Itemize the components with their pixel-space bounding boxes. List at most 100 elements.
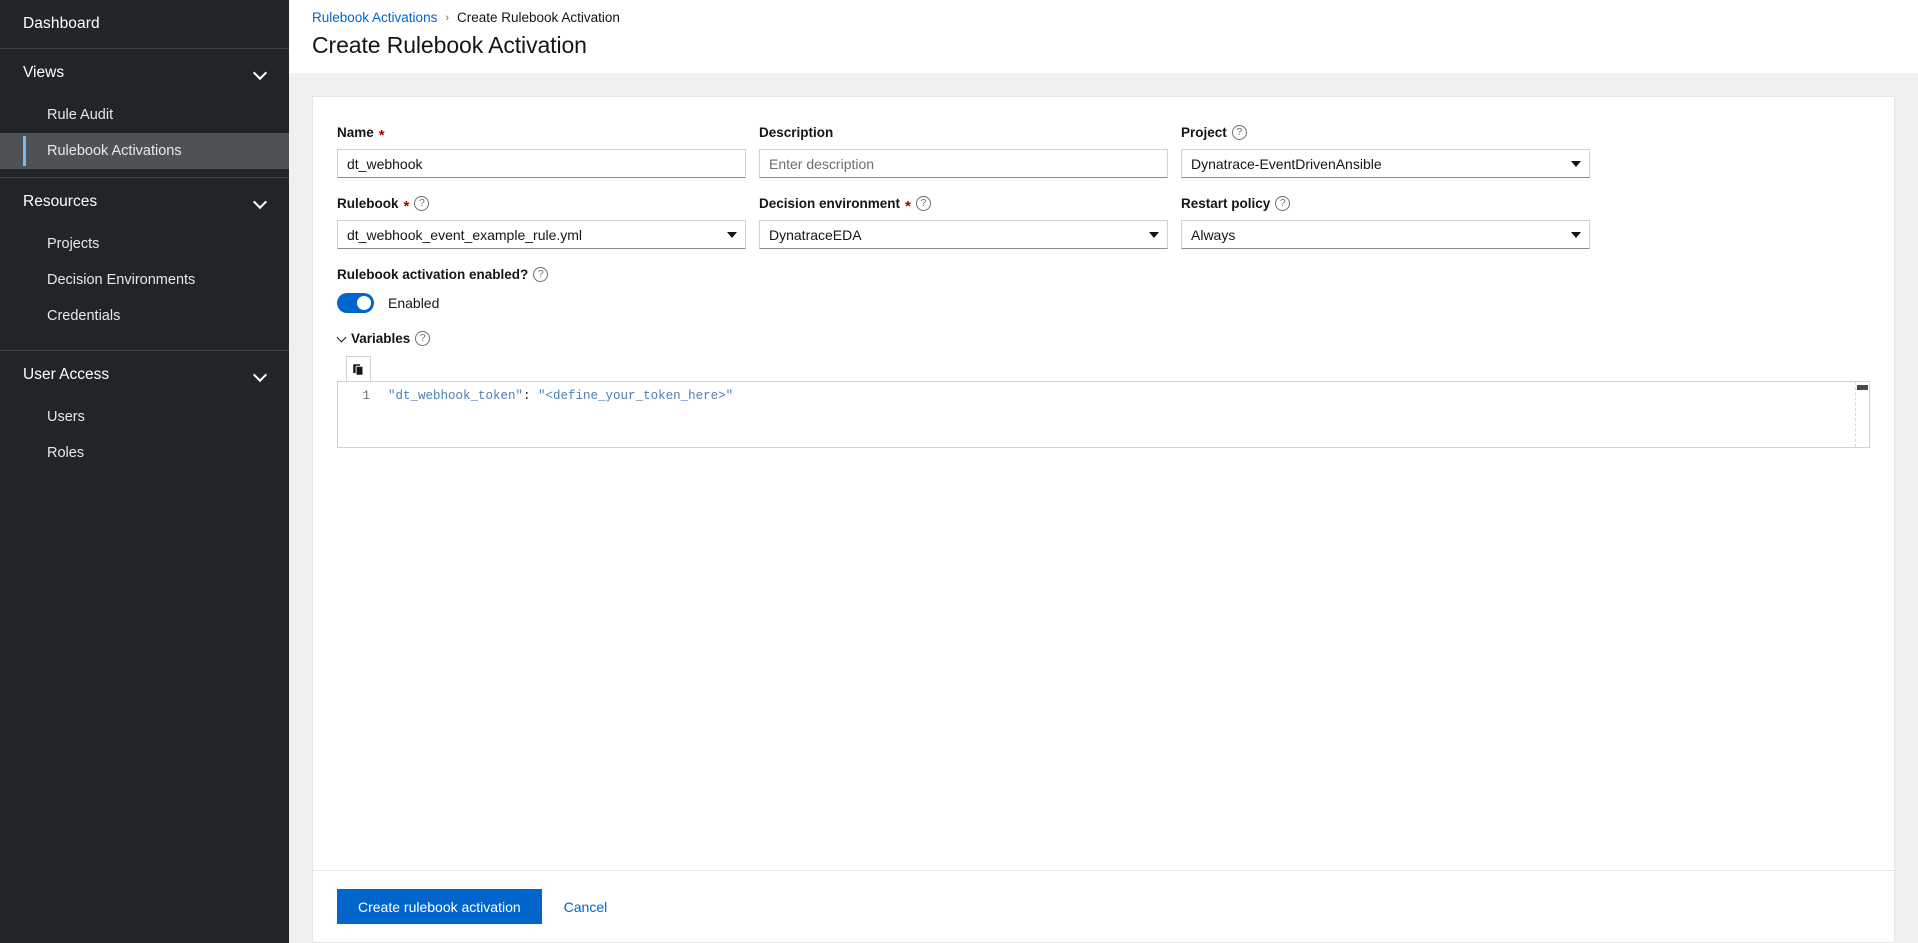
breadcrumb-separator-icon: › [445,11,449,24]
page-header: Rulebook Activations › Create Rulebook A… [289,0,1918,73]
project-select-wrap: Dynatrace-EventDrivenAnsible [1181,149,1590,178]
field-activation-enabled: Rulebook activation enabled? ? Enabled [337,265,1870,331]
sidebar-item-label: Rule Audit [47,107,114,123]
sidebar-item-credentials[interactable]: Credentials [0,298,289,334]
breadcrumb-current: Create Rulebook Activation [457,10,620,25]
activation-enabled-toggle[interactable] [337,293,374,313]
rulebook-select-value: dt_webhook_event_example_rule.yml [347,226,583,243]
chevron-down-icon [254,195,268,209]
sidebar-item-label: Users [47,409,85,425]
decision-environment-select[interactable]: DynatraceEDA [759,220,1168,249]
field-decision-environment: Decision environment * ? DynatraceEDA [759,194,1168,249]
field-name-label-group: Name * [337,123,746,144]
field-name-label: Name [337,125,374,140]
breadcrumb-link-rulebook-activations[interactable]: Rulebook Activations [312,10,437,25]
sidebar-item-users[interactable]: Users [0,399,289,435]
field-description-label-group: Description [759,123,1168,142]
sidebar-dashboard-label: Dashboard [23,15,100,32]
sidebar-item-label: Credentials [47,308,121,324]
field-project-label-group: Project ? [1181,123,1590,142]
editor-line-numbers: 1 [338,382,377,447]
help-icon[interactable]: ? [415,331,431,346]
variables-header: Variables ? [337,331,1870,346]
breadcrumb: Rulebook Activations › Create Rulebook A… [312,10,1918,25]
sidebar-item-rule-audit[interactable]: Rule Audit [0,97,289,133]
help-icon[interactable]: ? [1275,196,1291,211]
field-rulebook-label-group: Rulebook * ? [337,194,746,215]
field-restart-policy-label: Restart policy [1181,196,1271,211]
code-token-value: "<define_your_token_here>" [538,389,734,403]
editor-vertical-scrollbar[interactable] [1855,382,1869,447]
project-select-value: Dynatrace-EventDrivenAnsible [1191,155,1382,172]
required-marker: * [905,197,911,215]
create-rulebook-activation-button[interactable]: Create rulebook activation [337,889,542,924]
chevron-down-icon [254,66,268,80]
sidebar-item-roles[interactable]: Roles [0,435,289,471]
field-restart-policy-label-group: Restart policy ? [1181,194,1590,213]
copy-icon [353,363,364,376]
copy-to-clipboard-button[interactable] [346,356,371,381]
editor-code-content[interactable]: "dt_webhook_token": "<define_your_token_… [377,382,1869,447]
content-area: Name * Description [289,73,1918,943]
form-row-1: Name * Description [337,123,1870,178]
help-icon[interactable]: ? [414,196,430,211]
help-icon[interactable]: ? [1231,125,1247,140]
field-description-label: Description [759,125,834,140]
chevron-down-icon [254,368,268,382]
decision-environment-select-wrap: DynatraceEDA [759,220,1168,249]
field-rulebook-label: Rulebook [337,196,399,211]
field-project: Project ? Dynatrace-EventDrivenAnsible [1181,123,1590,178]
scrollbar-thumb[interactable] [1857,385,1868,390]
decision-environment-select-value: DynatraceEDA [769,226,862,243]
form-body: Name * Description [313,97,1894,870]
name-input[interactable] [337,149,746,178]
sidebar-group-user-access[interactable]: User Access [0,351,289,399]
form-footer: Create rulebook activation Cancel [313,870,1894,942]
help-icon[interactable]: ? [915,196,931,211]
field-activation-enabled-label: Rulebook activation enabled? [337,267,529,282]
variables-code-editor[interactable]: 1 "dt_webhook_token": "<define_your_toke… [337,381,1870,448]
chevron-down-icon [337,333,348,344]
code-token-key: "dt_webhook_token" [388,389,524,403]
sidebar-group-resources-label: Resources [23,193,98,210]
sidebar-item-label: Roles [47,445,85,461]
variables-label: Variables [351,331,411,346]
line-number: 1 [362,389,370,403]
field-rulebook: Rulebook * ? dt_webhook_event_example_ru… [337,194,746,249]
application-root: Dashboard Views Rule Audit Rulebook Acti… [0,0,1918,943]
activation-enabled-toggle-row: Enabled [337,293,1870,313]
toggle-knob [357,296,371,310]
field-restart-policy: Restart policy ? Always [1181,194,1590,249]
restart-policy-select-value: Always [1191,226,1236,243]
field-project-label: Project [1181,125,1227,140]
main-content: Rulebook Activations › Create Rulebook A… [289,0,1918,943]
required-marker: * [378,126,385,144]
required-marker: * [403,197,410,215]
activation-enabled-state-label: Enabled [388,295,440,311]
field-decision-environment-label-group: Decision environment * ? [759,194,1168,215]
field-decision-environment-label: Decision environment [759,196,901,211]
sidebar-item-label: Decision Environments [47,272,196,288]
variables-collapse-toggle[interactable]: Variables [337,331,410,346]
rulebook-select[interactable]: dt_webhook_event_example_rule.yml [337,220,746,249]
restart-policy-select[interactable]: Always [1181,220,1590,249]
sidebar-item-projects[interactable]: Projects [0,226,289,262]
form-row-2: Rulebook * ? dt_webhook_event_example_ru… [337,194,1870,249]
field-activation-enabled-label-group: Rulebook activation enabled? ? [337,265,1870,284]
sidebar-item-decision-environments[interactable]: Decision Environments [0,262,289,298]
cancel-button[interactable]: Cancel [564,899,608,915]
sidebar-group-views[interactable]: Views [0,49,289,97]
sidebar-item-dashboard[interactable]: Dashboard [0,0,289,48]
sidebar-group-resources[interactable]: Resources [0,178,289,226]
sidebar-group-user-access-label: User Access [23,366,110,383]
field-name: Name * [337,123,746,178]
help-icon[interactable]: ? [533,267,549,282]
sidebar-item-rulebook-activations[interactable]: Rulebook Activations [0,133,289,169]
project-select[interactable]: Dynatrace-EventDrivenAnsible [1181,149,1590,178]
primary-sidebar: Dashboard Views Rule Audit Rulebook Acti… [0,0,289,943]
description-input[interactable] [759,149,1168,178]
code-token-colon: : [523,389,539,403]
restart-policy-select-wrap: Always [1181,220,1590,249]
